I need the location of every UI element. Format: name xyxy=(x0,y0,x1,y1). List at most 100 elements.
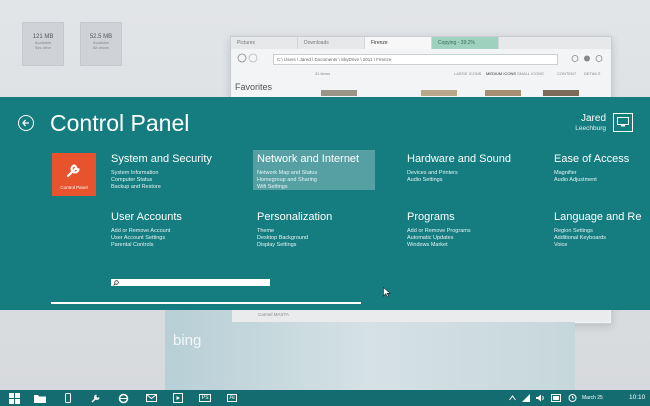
link-automatic-updates[interactable]: Automatic Updates xyxy=(407,235,471,242)
taskbar-photoshop[interactable]: Ps xyxy=(199,392,211,404)
link-system-information[interactable]: System Information xyxy=(111,170,212,177)
category-title[interactable]: User Accounts xyxy=(111,211,182,223)
category-title[interactable]: Programs xyxy=(407,211,471,223)
volume-icon[interactable] xyxy=(536,394,545,402)
desktop-drive-item-2[interactable]: 52.5 MB Available All drives xyxy=(80,22,122,66)
user-location: Leechburg xyxy=(575,125,606,132)
mouse-cursor-icon xyxy=(383,287,391,298)
wrench-icon xyxy=(91,394,100,403)
phone-icon xyxy=(65,393,71,403)
taskbar-video[interactable] xyxy=(172,392,184,404)
link-windows-market[interactable]: Windows Market xyxy=(407,242,471,249)
link-network-map[interactable]: Network Map and Status xyxy=(257,170,371,177)
link-add-remove-programs[interactable]: Add or Remove Programs xyxy=(407,228,471,235)
category-user-accounts: User Accounts Add or Remove Account User… xyxy=(111,211,182,249)
address-bar[interactable]: C:\ Users \ Jared \ Documents \ SkyDrive… xyxy=(273,54,558,65)
user-info[interactable]: Jared Leechburg xyxy=(575,113,606,132)
drive-sub2: Sys drive xyxy=(34,45,52,50)
illustrator-icon: Ai xyxy=(227,394,237,402)
link-homegroup[interactable]: Homegroup and Sharing xyxy=(257,177,371,184)
taskbar-time[interactable]: 10:10 xyxy=(629,394,645,401)
view-large-icons[interactable]: LARGE ICONS xyxy=(454,71,481,76)
link-theme[interactable]: Theme xyxy=(257,228,332,235)
back-button[interactable] xyxy=(18,115,34,131)
link-additional-keyboards[interactable]: Additional Keyboards xyxy=(554,235,641,242)
link-audio-settings[interactable]: Audio Settings xyxy=(407,177,511,184)
item-count: 31 items xyxy=(315,71,331,76)
view-details[interactable]: DETAILS xyxy=(584,71,600,76)
photo-thumbnail[interactable] xyxy=(421,90,457,96)
tab-pictures[interactable]: Pictures xyxy=(231,37,298,49)
link-region-settings[interactable]: Region Settings xyxy=(554,228,641,235)
category-title[interactable]: Hardware and Sound xyxy=(407,153,511,165)
window-settings-icon[interactable] xyxy=(571,54,605,63)
taskbar-illustrator[interactable]: Ai xyxy=(226,392,238,404)
bing-background-preview: bing xyxy=(165,310,575,390)
link-backup-restore[interactable]: Backup and Restore xyxy=(111,184,212,191)
windows-logo-icon xyxy=(8,392,20,404)
category-system-security: System and Security System Information C… xyxy=(111,153,212,191)
category-programs: Programs Add or Remove Programs Automati… xyxy=(407,211,471,249)
desktop-drive-item-1[interactable]: 121 MB Available Sys drive xyxy=(22,22,64,66)
view-content[interactable]: CONTENT xyxy=(557,71,576,76)
link-audio-adjustment[interactable]: Audio Adjustment xyxy=(554,177,629,184)
folder-icon xyxy=(34,394,46,403)
link-magnifier[interactable]: Magnifier xyxy=(554,170,629,177)
photoshop-icon: Ps xyxy=(199,394,211,402)
control-panel-tile[interactable]: Control Panel xyxy=(52,153,96,196)
link-parental-controls[interactable]: Parental Controls xyxy=(111,242,182,249)
search-icon xyxy=(113,280,119,286)
avatar[interactable] xyxy=(613,113,633,132)
link-devices-printers[interactable]: Devices and Printers xyxy=(407,170,511,177)
category-personalization: Personalization Theme Desktop Background… xyxy=(257,211,332,249)
sidebar-item-carmel[interactable]: Carmel MASTA xyxy=(258,312,289,317)
link-add-remove-account[interactable]: Add or Remove Account xyxy=(111,228,182,235)
tab-downloads[interactable]: Downloads xyxy=(298,37,365,49)
category-title[interactable]: Personalization xyxy=(257,211,332,223)
nav-arrows-icon[interactable] xyxy=(237,53,267,63)
link-display-settings[interactable]: Display Settings xyxy=(257,242,332,249)
tray-up-arrow-icon[interactable] xyxy=(509,395,516,401)
link-voice[interactable]: Voice xyxy=(554,242,641,249)
category-title[interactable]: Language and Re xyxy=(554,211,641,223)
taskbar-date[interactable]: March 25 xyxy=(582,395,603,401)
search-input[interactable] xyxy=(111,279,270,286)
taskbar-phone[interactable] xyxy=(62,392,74,404)
link-user-account-settings[interactable]: User Account Settings xyxy=(111,235,182,242)
favorites-label[interactable]: Favorites xyxy=(235,82,272,92)
network-icon[interactable] xyxy=(522,394,530,402)
category-ease-of-access: Ease of Access Magnifier Audio Adjustmen… xyxy=(554,153,629,184)
category-title[interactable]: Network and Internet xyxy=(257,153,371,165)
tile-label: Control Panel xyxy=(60,185,88,190)
view-medium-icons[interactable]: MEDIUM ICONS xyxy=(486,71,516,76)
link-desktop-background[interactable]: Desktop Background xyxy=(257,235,332,242)
page-title: Control Panel xyxy=(50,110,190,136)
view-small-icons[interactable]: SMALL ICONS xyxy=(517,71,544,76)
taskbar-mail[interactable] xyxy=(145,392,157,404)
photo-thumbnail[interactable] xyxy=(321,90,357,96)
category-title[interactable]: Ease of Access xyxy=(554,153,629,165)
photo-thumbnail[interactable] xyxy=(485,90,521,96)
tab-firenze[interactable]: Firenze xyxy=(365,37,432,49)
taskbar-control-panel[interactable] xyxy=(90,392,102,404)
link-wifi-settings[interactable]: Wifi Settings xyxy=(257,184,371,191)
video-icon xyxy=(173,393,183,403)
explorer-bottom-strip: Carmel MASTA xyxy=(232,310,610,322)
back-arrow-icon xyxy=(22,119,29,127)
battery-icon[interactable] xyxy=(551,394,562,402)
link-computer-status[interactable]: Computer Status xyxy=(111,177,212,184)
tab-copying[interactable]: Copying - 39.2% xyxy=(432,37,499,49)
alarm-clock-icon[interactable] xyxy=(568,393,577,402)
taskbar-browser[interactable] xyxy=(117,392,129,404)
category-language-region: Language and Re Region Settings Addition… xyxy=(554,211,641,249)
start-button[interactable] xyxy=(8,392,20,404)
explorer-tabs: Pictures Downloads Firenze Copying - 39.… xyxy=(231,37,611,49)
category-title[interactable]: System and Security xyxy=(111,153,212,165)
mail-icon xyxy=(145,394,157,402)
category-network-internet[interactable]: Network and Internet Network Map and Sta… xyxy=(253,150,375,190)
photo-thumbnail[interactable] xyxy=(543,90,579,96)
taskbar: Ps Ai March 25 10:10 xyxy=(0,390,650,406)
drive-sub2: All drives xyxy=(92,45,110,50)
taskbar-explorer[interactable] xyxy=(34,392,46,404)
ie-icon xyxy=(118,393,128,403)
